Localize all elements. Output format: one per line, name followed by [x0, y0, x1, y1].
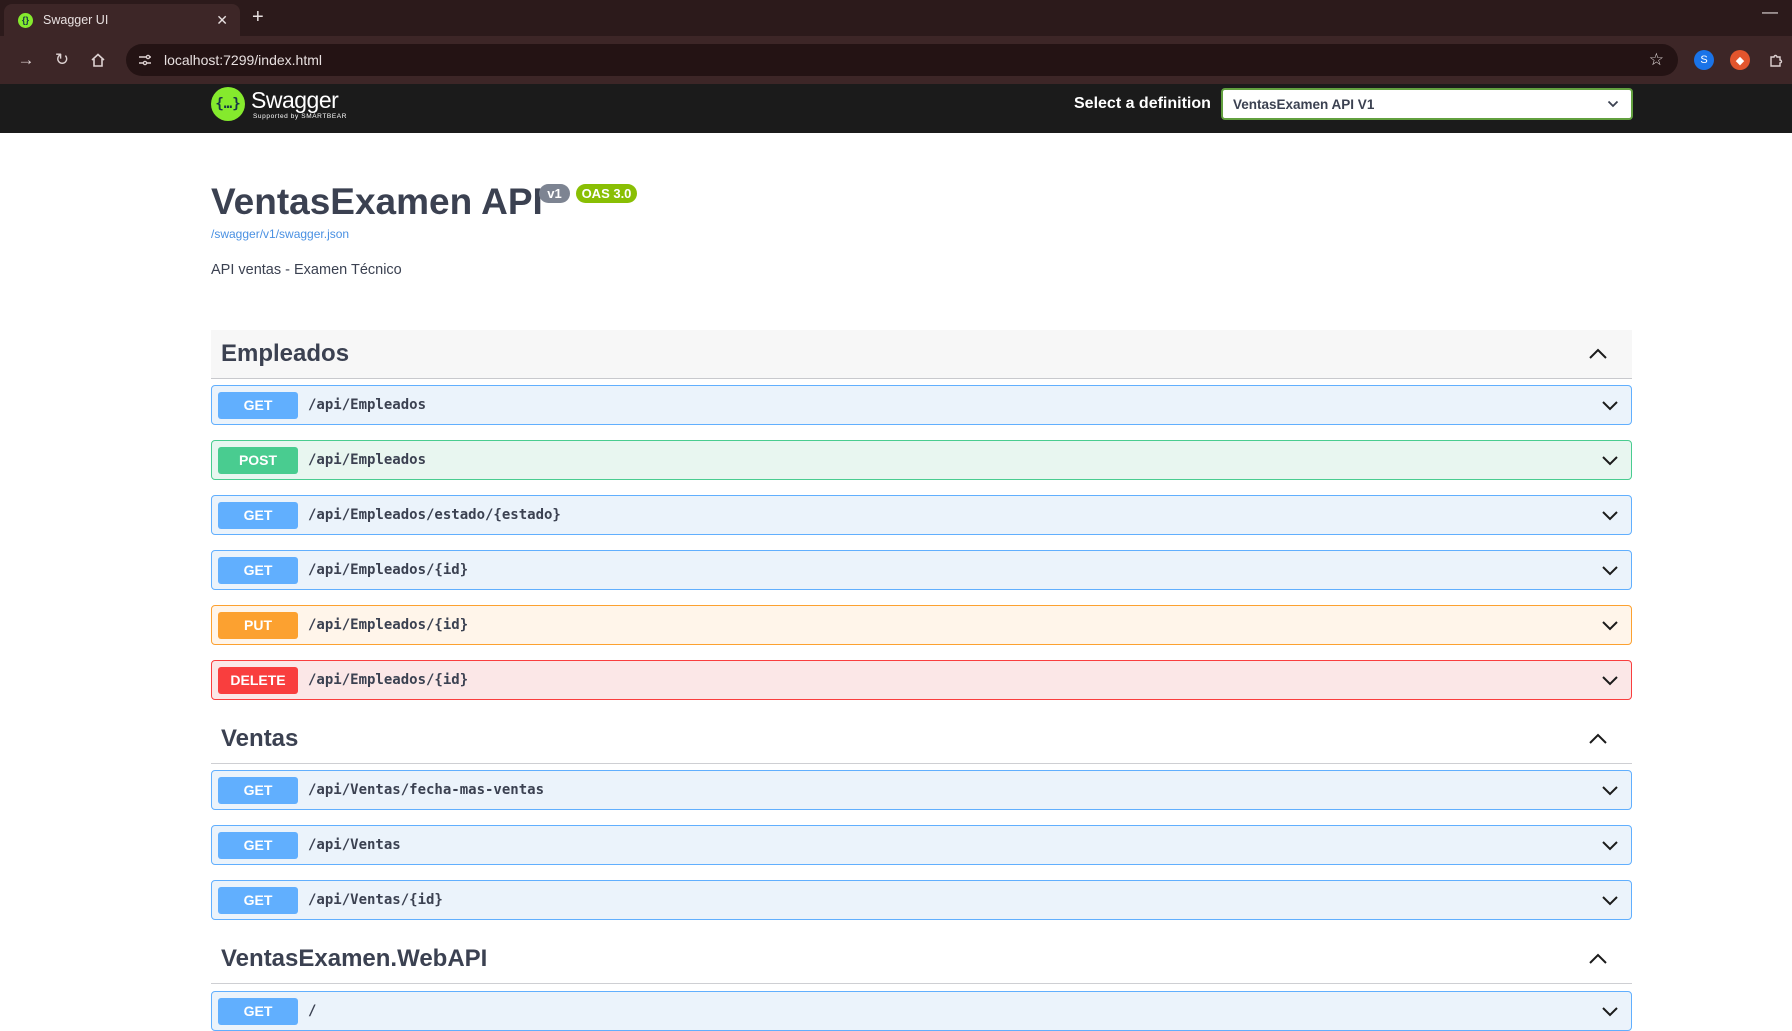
operation-get-empleados-estado[interactable]: GET /api/Empleados/estado/{estado}: [211, 495, 1632, 535]
new-tab-icon[interactable]: +: [252, 6, 264, 29]
swagger-logo-sub: Supported by SMARTBEAR: [253, 113, 348, 120]
forward-arrow-icon[interactable]: →: [12, 46, 40, 74]
operation-path: /api/Empleados/{id}: [308, 672, 469, 688]
definition-selected-value: VentasExamen API V1: [1233, 96, 1375, 112]
swagger-logo[interactable]: {…} Swagger Supported by SMARTBEAR: [211, 84, 347, 124]
chevron-down-icon: [1602, 785, 1618, 795]
reload-icon[interactable]: ↻: [48, 46, 76, 74]
chevron-down-icon: [1602, 895, 1618, 905]
method-badge: GET: [218, 501, 298, 529]
home-icon[interactable]: [84, 46, 112, 74]
operation-path: /api/Empleados: [308, 397, 427, 413]
swagger-favicon-icon: {}: [18, 12, 33, 28]
chevron-down-icon: [1602, 675, 1618, 685]
operation-get-ventas-id[interactable]: GET /api/Ventas/{id}: [211, 880, 1632, 920]
operation-path: /api/Ventas/fecha-mas-ventas: [308, 782, 545, 798]
address-bar[interactable]: localhost:7299/index.html ☆: [126, 44, 1678, 76]
close-tab-icon[interactable]: ✕: [216, 12, 228, 29]
chevron-down-icon: [1602, 455, 1618, 465]
extensions-puzzle-icon[interactable]: [1762, 46, 1790, 74]
operation-path: /api/Empleados/estado/{estado}: [308, 507, 561, 523]
operation-put-empleados-id[interactable]: PUT /api/Empleados/{id}: [211, 605, 1632, 645]
browser-tab-strip: {} Swagger UI ✕ + —: [0, 0, 1792, 36]
method-badge: PUT: [218, 611, 298, 639]
operation-path: /api/Empleados: [308, 452, 427, 468]
site-settings-icon[interactable]: [134, 49, 156, 71]
bookmark-star-icon[interactable]: ☆: [1649, 50, 1664, 70]
tag-name: VentasExamen.WebAPI: [221, 945, 488, 972]
tag-name: Empleados: [221, 340, 350, 367]
chevron-down-icon: [1602, 1006, 1618, 1016]
swagger-logo-name: Swagger: [251, 87, 339, 113]
oas-badge: OAS 3.0: [576, 184, 637, 203]
definition-select[interactable]: VentasExamen API V1: [1221, 88, 1633, 120]
swagger-topbar: {…} Swagger Supported by SMARTBEAR Selec…: [0, 84, 1792, 133]
chevron-down-icon: [1602, 840, 1618, 850]
api-description: API ventas - Examen Técnico: [211, 262, 402, 278]
method-badge: GET: [218, 997, 298, 1025]
url-text: localhost:7299/index.html: [164, 52, 322, 68]
chevron-up-icon: [1589, 348, 1607, 359]
method-badge: GET: [218, 886, 298, 914]
method-badge: GET: [218, 831, 298, 859]
version-badge: v1: [539, 184, 570, 203]
method-badge: GET: [218, 776, 298, 804]
extension-fox-icon[interactable]: ◆: [1730, 50, 1750, 70]
operation-path: /api/Ventas/{id}: [308, 892, 443, 908]
operation-path: /: [308, 1003, 317, 1019]
chevron-up-icon: [1589, 733, 1607, 744]
operation-get-empleados[interactable]: GET /api/Empleados: [211, 385, 1632, 425]
tag-header-ventasexamen-webapi[interactable]: VentasExamen.WebAPI: [211, 935, 1632, 984]
method-badge: DELETE: [218, 666, 298, 694]
operation-delete-empleados-id[interactable]: DELETE /api/Empleados/{id}: [211, 660, 1632, 700]
operation-get-empleados-id[interactable]: GET /api/Empleados/{id}: [211, 550, 1632, 590]
chevron-down-icon: [1602, 400, 1618, 410]
operation-path: /api/Empleados/{id}: [308, 562, 469, 578]
browser-toolbar: → ↻ localhost:7299/index.html ☆ S ◆: [0, 36, 1792, 84]
browser-tab[interactable]: {} Swagger UI ✕: [4, 4, 240, 36]
tag-name: Ventas: [221, 725, 299, 752]
chevron-down-icon: [1602, 510, 1618, 520]
chevron-down-icon: [1602, 620, 1618, 630]
chevron-down-icon: [1602, 565, 1618, 575]
swagger-logo-icon: {…}: [211, 87, 245, 121]
tab-title: Swagger UI: [43, 13, 109, 27]
tag-header-ventas[interactable]: Ventas: [211, 715, 1632, 764]
operation-path: /api/Ventas: [308, 837, 401, 853]
operation-get-ventas-fecha-mas-ventas[interactable]: GET /api/Ventas/fecha-mas-ventas: [211, 770, 1632, 810]
minimize-window-icon[interactable]: —: [1762, 4, 1778, 22]
operation-post-empleados[interactable]: POST /api/Empleados: [211, 440, 1632, 480]
extension-shazam-icon[interactable]: S: [1694, 50, 1714, 70]
method-badge: GET: [218, 556, 298, 584]
method-badge: GET: [218, 391, 298, 419]
operation-get-root[interactable]: GET /: [211, 991, 1632, 1031]
api-title: VentasExamen API: [211, 181, 543, 222]
chevron-up-icon: [1589, 953, 1607, 964]
spec-url-link[interactable]: /swagger/v1/swagger.json: [211, 227, 349, 241]
method-badge: POST: [218, 446, 298, 474]
chevron-down-icon: [1607, 100, 1619, 108]
tag-header-empleados[interactable]: Empleados: [211, 330, 1632, 379]
operation-path: /api/Empleados/{id}: [308, 617, 469, 633]
definition-label: Select a definition: [1074, 95, 1211, 112]
operation-get-ventas[interactable]: GET /api/Ventas: [211, 825, 1632, 865]
